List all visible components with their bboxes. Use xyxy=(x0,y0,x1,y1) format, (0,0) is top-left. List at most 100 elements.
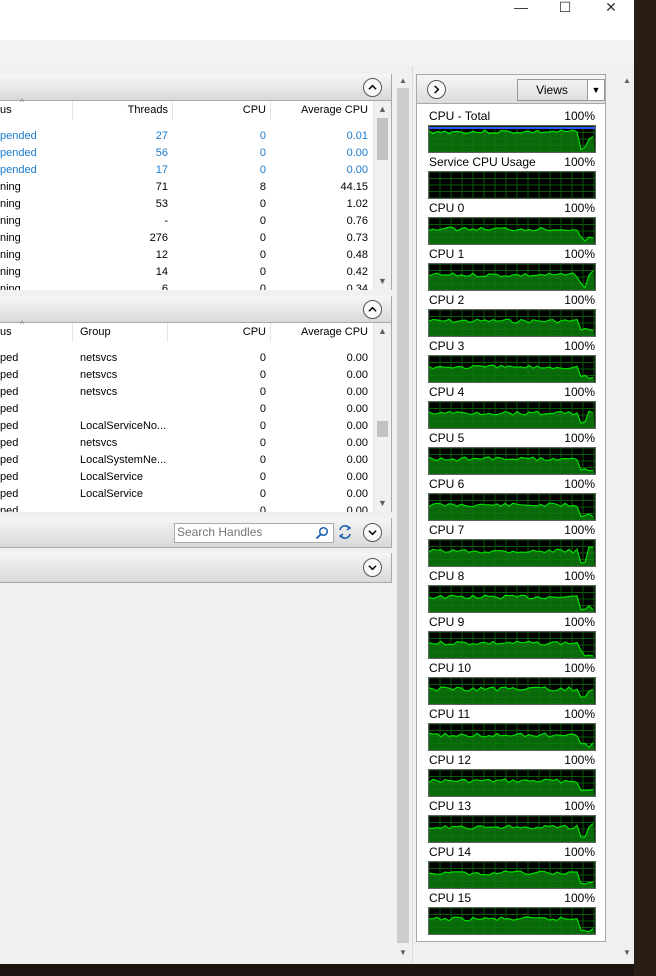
table-row[interactable]: ning 12 0 0.48 xyxy=(0,247,373,264)
expand-modules-button[interactable] xyxy=(363,558,382,577)
cpu-graph-block: CPU 6 100% xyxy=(427,477,597,523)
column-status[interactable]: us xyxy=(0,323,73,342)
table-row[interactable]: ped LocalService 0 0.00 xyxy=(0,469,373,486)
cpu-usage-graph xyxy=(428,493,596,521)
scroll-down-icon[interactable]: ▼ xyxy=(396,946,410,960)
table-row[interactable]: ped netsvcs 0 0.00 xyxy=(0,384,373,401)
table-row[interactable]: ped 0 0.00 xyxy=(0,401,373,418)
table-row[interactable]: ped netsvcs 0 0.00 xyxy=(0,350,373,367)
cpu-graph-max: 100% xyxy=(564,431,595,445)
cpu-graph-max: 100% xyxy=(564,339,595,353)
table-row[interactable]: ped LocalService 0 0.00 xyxy=(0,486,373,503)
pane-divider[interactable] xyxy=(412,66,413,964)
table-row[interactable]: ped netsvcs 0 0.00 xyxy=(0,367,373,384)
scroll-down-icon[interactable]: ▼ xyxy=(620,946,634,960)
avg-cpu-cell: 0.01 xyxy=(346,130,368,142)
table-row[interactable]: ped netsvcs 0 0.00 xyxy=(0,435,373,452)
main-scrollbar[interactable]: ▲ ▼ xyxy=(396,74,410,964)
status-cell: ning xyxy=(0,283,21,290)
table-row[interactable]: pended 56 0 0.00 xyxy=(0,145,373,162)
column-cpu[interactable]: CPU xyxy=(174,323,271,342)
threads-cell: 17 xyxy=(155,164,168,176)
status-cell: ped xyxy=(0,386,19,398)
collapse-processes-button[interactable] xyxy=(363,78,382,97)
close-button[interactable]: ✕ xyxy=(588,0,634,14)
cpu-cell: 0 xyxy=(259,505,266,512)
scroll-thumb[interactable] xyxy=(377,421,388,437)
processes-scrollbar[interactable]: ▲ ▼ xyxy=(373,101,391,290)
cpu-graph-block: CPU 15 100% xyxy=(427,891,597,937)
cpu-graph-block: CPU 2 100% xyxy=(427,293,597,339)
status-cell: ped xyxy=(0,505,19,512)
threads-cell: - xyxy=(164,215,168,227)
table-row[interactable]: ped 0 0.00 xyxy=(0,503,373,512)
services-table-header: ^ us Group CPU Average CPU xyxy=(0,319,373,342)
status-cell: ning xyxy=(0,232,21,244)
scroll-thumb[interactable] xyxy=(377,118,388,160)
cpu-graph-title: CPU 6 xyxy=(429,477,465,491)
table-row[interactable]: ning 71 8 44.15 xyxy=(0,179,373,196)
scroll-thumb[interactable] xyxy=(397,88,409,943)
processes-panel: ^ us Threads CPU Average CPU pended 27 0 0.… xyxy=(0,74,392,290)
scroll-down-icon[interactable]: ▼ xyxy=(374,273,391,290)
chevron-right-icon xyxy=(434,85,440,94)
table-row[interactable]: pended 27 0 0.01 xyxy=(0,128,373,145)
scroll-down-icon[interactable]: ▼ xyxy=(374,495,391,512)
table-row[interactable]: ning 14 0 0.42 xyxy=(0,264,373,281)
cpu-usage-graph xyxy=(428,401,596,429)
cpu-graph-title: CPU 7 xyxy=(429,523,465,537)
column-average-cpu[interactable]: Average CPU xyxy=(272,101,372,120)
column-cpu[interactable]: CPU xyxy=(174,101,271,120)
search-icon[interactable] xyxy=(315,526,329,540)
handles-panel-header[interactable] xyxy=(0,518,392,548)
column-threads[interactable]: Threads xyxy=(74,101,173,120)
refresh-icon[interactable] xyxy=(336,523,354,541)
search-handles-input[interactable] xyxy=(177,525,307,539)
avg-cpu-cell: 0.00 xyxy=(346,488,368,500)
table-row[interactable]: ning - 0 0.76 xyxy=(0,213,373,230)
cpu-graph-title: CPU 14 xyxy=(429,845,472,859)
expand-handles-button[interactable] xyxy=(363,523,382,542)
column-group[interactable]: Group xyxy=(74,323,168,342)
table-row[interactable]: pended 17 0 0.00 xyxy=(0,162,373,179)
scroll-up-icon[interactable]: ▲ xyxy=(620,74,634,88)
scroll-up-icon[interactable]: ▲ xyxy=(396,74,410,88)
cpu-usage-area xyxy=(429,227,595,244)
maximize-button[interactable]: ☐ xyxy=(542,0,588,14)
table-row[interactable]: ped LocalServiceNo... 0 0.00 xyxy=(0,418,373,435)
services-scrollbar[interactable]: ▲ ▼ xyxy=(373,323,391,512)
chevron-up-icon xyxy=(368,84,377,90)
chevron-down-icon xyxy=(368,565,377,571)
group-cell: LocalService xyxy=(80,488,143,500)
threads-cell: 6 xyxy=(161,283,168,290)
table-row[interactable]: ning 6 0 0.34 xyxy=(0,281,373,290)
cpu-cell: 0 xyxy=(259,249,266,261)
table-row[interactable]: ped LocalSystemNe... 0 0.00 xyxy=(0,452,373,469)
cpu-graph-block: CPU 0 100% xyxy=(427,201,597,247)
column-average-cpu[interactable]: Average CPU xyxy=(272,323,372,342)
modules-panel-header[interactable] xyxy=(0,553,392,583)
cpu-cell: 0 xyxy=(259,471,266,483)
cpu-cell: 0 xyxy=(259,403,266,415)
views-dropdown[interactable]: Views ▼ xyxy=(517,79,605,101)
cpu-graph-block: CPU 12 100% xyxy=(427,753,597,799)
graphs-scrollbar[interactable]: ▲ ▼ xyxy=(620,74,634,964)
column-status[interactable]: us xyxy=(0,101,73,120)
cpu-graph-plot xyxy=(429,448,595,474)
scroll-up-icon[interactable]: ▲ xyxy=(374,101,391,118)
search-handles-box[interactable] xyxy=(174,523,334,543)
scroll-up-icon[interactable]: ▲ xyxy=(374,323,391,340)
cpu-graph-max: 100% xyxy=(564,293,595,307)
services-panel-header[interactable] xyxy=(0,296,391,323)
cpu-usage-graph xyxy=(428,355,596,383)
minimize-button[interactable]: — xyxy=(498,0,544,14)
processes-panel-header[interactable] xyxy=(0,74,391,101)
cpu-cell: 0 xyxy=(259,454,266,466)
expand-graphs-button[interactable] xyxy=(427,80,446,99)
cpu-graph-title: CPU 13 xyxy=(429,799,472,813)
cpu-graph-title: CPU 12 xyxy=(429,753,472,767)
table-row[interactable]: ning 53 0 1.02 xyxy=(0,196,373,213)
table-row[interactable]: ning 276 0 0.73 xyxy=(0,230,373,247)
dropdown-arrow-icon[interactable]: ▼ xyxy=(587,80,604,100)
collapse-services-button[interactable] xyxy=(363,300,382,319)
